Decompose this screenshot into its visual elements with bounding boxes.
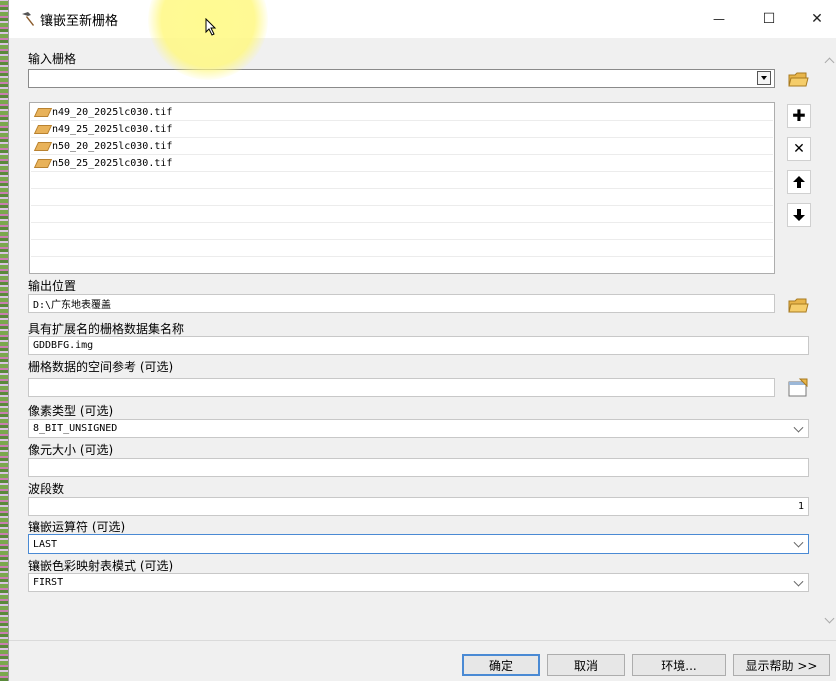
list-item-label: n49_25_2025lc030.tif [52, 123, 173, 135]
combo-dropdown-icon[interactable] [757, 71, 771, 85]
raster-icon [33, 107, 53, 117]
move-up-button[interactable] [787, 170, 811, 194]
bands-input[interactable]: 1 [28, 497, 809, 516]
browse-folder-icon[interactable] [787, 294, 809, 316]
mosaic-operator-value: LAST [33, 538, 58, 550]
mosaic-operator-label: 镶嵌运算符 (可选) [28, 520, 126, 534]
maximize-button[interactable]: ☐ [749, 4, 789, 34]
scroll-up-icon[interactable] [824, 56, 834, 66]
input-rasters-label: 输入栅格 [28, 52, 77, 66]
list-item[interactable]: n50_25_2025lc030.tif [31, 155, 773, 172]
bands-label: 波段数 [28, 482, 65, 496]
dataset-name-label: 具有扩展名的栅格数据集名称 [28, 322, 185, 336]
list-item[interactable]: n49_20_2025lc030.tif [31, 104, 773, 121]
background-map [0, 0, 8, 681]
list-item-label: n49_20_2025lc030.tif [52, 106, 173, 118]
maximize-icon: ☐ [762, 11, 776, 27]
empty-row [31, 206, 773, 223]
minimize-button[interactable]: — [699, 4, 739, 34]
pixel-type-label: 像素类型 (可选) [28, 404, 114, 418]
window-title: 镶嵌至新栅格 [40, 14, 119, 29]
list-item[interactable]: n50_20_2025lc030.tif [31, 138, 773, 155]
arrow-down-icon [793, 209, 805, 221]
list-item[interactable]: n49_25_2025lc030.tif [31, 121, 773, 138]
plus-icon: ✚ [792, 106, 806, 125]
hammer-icon [22, 12, 34, 26]
chevron-down-icon [793, 537, 804, 548]
tool-dialog: 镶嵌至新栅格 — ☐ ✕ 输入栅格 n49_20_2025lc030.tif n… [8, 0, 836, 681]
empty-row [31, 189, 773, 206]
empty-row [31, 240, 773, 257]
close-button[interactable]: ✕ [797, 4, 836, 34]
show-help-button[interactable]: 显示帮助 >> [733, 654, 830, 676]
list-item-label: n50_25_2025lc030.tif [52, 157, 173, 169]
cell-size-input[interactable] [28, 458, 809, 477]
raster-icon [33, 124, 53, 134]
title-bar: 镶嵌至新栅格 — ☐ ✕ [9, 0, 836, 38]
remove-button[interactable]: ✕ [787, 137, 811, 161]
ok-button[interactable]: 确定 [462, 654, 540, 676]
arrow-up-icon [793, 176, 805, 188]
mosaic-operator-select[interactable]: LAST [28, 534, 809, 554]
spatial-reference-input[interactable] [28, 378, 775, 397]
spatial-reference-properties-icon[interactable] [787, 377, 809, 399]
close-icon: ✕ [811, 11, 823, 27]
open-folder-icon[interactable] [787, 68, 809, 90]
mouse-pointer-icon [205, 18, 217, 36]
cell-size-label: 像元大小 (可选) [28, 443, 114, 457]
minimize-icon: — [713, 12, 725, 26]
environments-button[interactable]: 环境... [632, 654, 726, 676]
raster-list[interactable]: n49_20_2025lc030.tif n49_25_2025lc030.ti… [29, 102, 775, 274]
chevron-down-icon [793, 422, 804, 433]
output-location-input[interactable]: D:\广东地表覆盖 [28, 294, 775, 313]
chevron-down-icon [793, 576, 804, 587]
pixel-type-value: 8_BIT_UNSIGNED [33, 423, 118, 434]
pixel-type-select[interactable]: 8_BIT_UNSIGNED [28, 419, 809, 438]
dataset-name-input[interactable]: GDDBFG.img [28, 336, 809, 355]
colormap-mode-select[interactable]: FIRST [28, 573, 809, 592]
cancel-button[interactable]: 取消 [547, 654, 625, 676]
colormap-mode-value: FIRST [33, 577, 64, 588]
input-rasters-combo[interactable] [28, 69, 775, 88]
empty-row [31, 257, 773, 273]
footer-divider [9, 640, 836, 641]
empty-row [31, 223, 773, 240]
add-button[interactable]: ✚ [787, 104, 811, 128]
list-item-label: n50_20_2025lc030.tif [52, 140, 173, 152]
scroll-down-icon[interactable] [824, 615, 834, 625]
spatial-reference-label: 栅格数据的空间参考 (可选) [28, 360, 174, 374]
empty-row [31, 172, 773, 189]
delete-icon: ✕ [793, 141, 805, 157]
colormap-mode-label: 镶嵌色彩映射表模式 (可选) [28, 559, 174, 573]
move-down-button[interactable] [787, 203, 811, 227]
raster-icon [33, 141, 53, 151]
output-location-label: 输出位置 [28, 279, 77, 293]
raster-icon [33, 158, 53, 168]
